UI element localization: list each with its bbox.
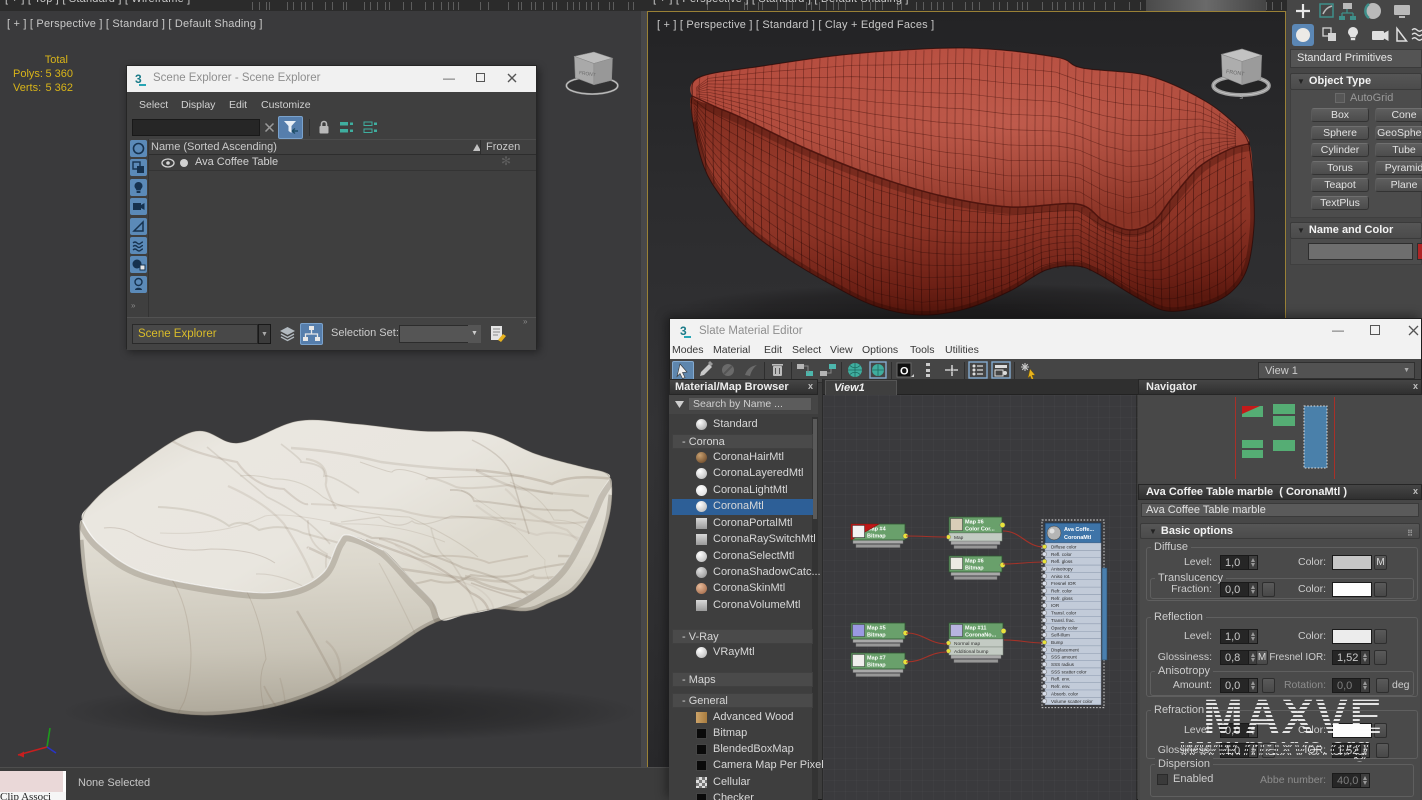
svg-text:3: 3 bbox=[680, 324, 687, 338]
svg-text:SSS radius: SSS radius bbox=[1051, 662, 1075, 667]
svg-text:Refl. gloss: Refl. gloss bbox=[1051, 559, 1073, 564]
svg-text:Fresnel IOR: Fresnel IOR bbox=[1051, 581, 1076, 586]
svg-text:Anisotropy: Anisotropy bbox=[1051, 567, 1073, 572]
svg-text:CoronaMtl: CoronaMtl bbox=[1064, 535, 1092, 541]
svg-text:Refr. color: Refr. color bbox=[1051, 589, 1072, 594]
svg-text:Map: Map bbox=[954, 535, 964, 541]
svg-text:Additional bump: Additional bump bbox=[954, 649, 989, 655]
svg-text:Opacity color: Opacity color bbox=[1051, 625, 1078, 630]
svg-text:Map #6: Map #6 bbox=[965, 520, 984, 526]
svg-text:Bitmap: Bitmap bbox=[965, 566, 984, 572]
svg-text:Bitmap: Bitmap bbox=[867, 534, 886, 540]
svg-text:Transl. frac.: Transl. frac. bbox=[1051, 618, 1075, 623]
svg-text:Normal map: Normal map bbox=[954, 641, 980, 647]
svg-text:3: 3 bbox=[135, 72, 142, 86]
svg-text:O: O bbox=[900, 366, 909, 378]
svg-text:Ava Coffe...: Ava Coffe... bbox=[1064, 527, 1095, 533]
svg-text:Map #7: Map #7 bbox=[867, 656, 886, 662]
svg-text:Refl. color: Refl. color bbox=[1051, 552, 1072, 557]
svg-text:Color Cor...: Color Cor... bbox=[965, 527, 995, 533]
svg-text:Map #5: Map #5 bbox=[867, 626, 886, 632]
svg-text:Refr. env.: Refr. env. bbox=[1051, 684, 1070, 689]
svg-text:Displacement: Displacement bbox=[1051, 647, 1080, 652]
svg-text:SSS scatter color: SSS scatter color bbox=[1051, 669, 1087, 674]
svg-text:Refr. gloss: Refr. gloss bbox=[1051, 596, 1073, 601]
svg-text:Volume scatter color: Volume scatter color bbox=[1051, 699, 1093, 704]
svg-text:Bitmap: Bitmap bbox=[867, 633, 886, 639]
svg-text:Bump: Bump bbox=[1051, 640, 1063, 645]
svg-text:S: S bbox=[1239, 95, 1243, 101]
svg-text:Map #11: Map #11 bbox=[965, 626, 986, 632]
svg-text:Aniso rot.: Aniso rot. bbox=[1051, 574, 1070, 579]
svg-text:Bitmap: Bitmap bbox=[867, 663, 886, 669]
svg-text:Absorb. color: Absorb. color bbox=[1051, 691, 1079, 696]
svg-text:Refl. env.: Refl. env. bbox=[1051, 677, 1070, 682]
svg-text:Map #6: Map #6 bbox=[965, 559, 984, 565]
svg-text:CoronaNo...: CoronaNo... bbox=[965, 633, 997, 639]
svg-text:IOR: IOR bbox=[1051, 603, 1060, 608]
svg-text:Self-illum: Self-illum bbox=[1051, 633, 1070, 638]
svg-text:Diffuse color: Diffuse color bbox=[1051, 544, 1077, 549]
svg-text:Transl. color: Transl. color bbox=[1051, 611, 1077, 616]
svg-text:SSS amount: SSS amount bbox=[1051, 655, 1078, 660]
